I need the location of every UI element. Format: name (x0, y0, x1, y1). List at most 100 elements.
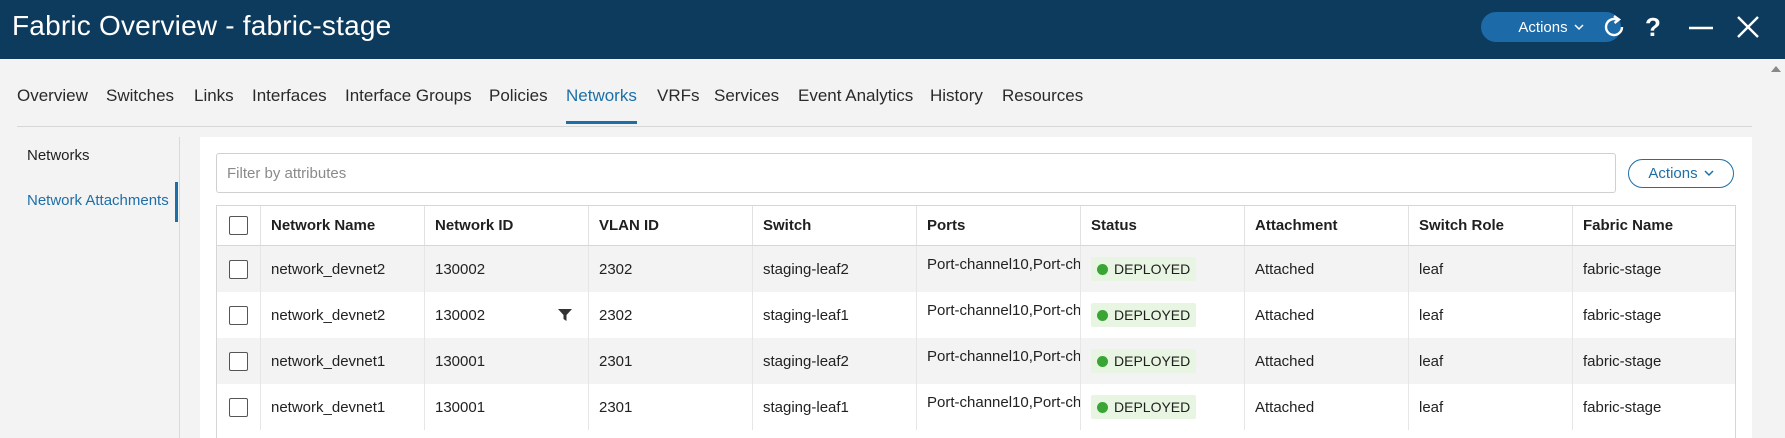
row-select-cell (217, 384, 261, 430)
tab-resources[interactable]: Resources (1002, 86, 1083, 106)
cell-switch-role: leaf (1409, 292, 1573, 338)
cell-status: DEPLOYED (1081, 246, 1245, 292)
tab-overview[interactable]: Overview (17, 86, 88, 106)
tab-networks[interactable]: Networks (566, 86, 637, 124)
column-header-vlan-id[interactable]: VLAN ID (589, 206, 753, 245)
filter-icon[interactable] (557, 292, 573, 338)
close-icon[interactable] (1731, 10, 1765, 44)
cell-status: DEPLOYED (1081, 292, 1245, 338)
cell-network-id-value: 130002 (435, 306, 486, 324)
column-header-attachment[interactable]: Attachment (1245, 206, 1409, 245)
cell-network-id: 130001 (425, 338, 589, 384)
chevron-down-icon (1704, 170, 1714, 177)
tab-history[interactable]: History (930, 86, 983, 106)
row-checkbox[interactable] (229, 259, 248, 279)
filter-input[interactable] (216, 153, 1616, 193)
column-header-ports[interactable]: Ports (917, 206, 1081, 245)
sidebar: Networks Network Attachments (0, 137, 180, 438)
tab-switches[interactable]: Switches (106, 86, 174, 106)
row-checkbox[interactable] (229, 305, 248, 325)
cell-network-name: network_devnet2 (261, 292, 425, 338)
cell-fabric-name: fabric-stage (1583, 260, 1662, 278)
row-select-cell (217, 338, 261, 384)
status-dot-icon (1097, 263, 1108, 275)
table-row[interactable]: network_devnet2 130002 2302 staging-leaf… (217, 292, 1735, 338)
cell-vlan-id: 2302 (589, 246, 753, 292)
scrollbar-up-arrow[interactable] (1771, 62, 1781, 102)
tab-links[interactable]: Links (194, 86, 234, 106)
cell-network-id: 130002 (425, 246, 589, 292)
tab-event-analytics[interactable]: Event Analytics (798, 86, 913, 106)
status-badge: DEPLOYED (1091, 395, 1197, 419)
status-dot-icon (1097, 355, 1108, 367)
column-header-fabric-name[interactable]: Fabric Name (1573, 206, 1735, 245)
column-header-network-name[interactable]: Network Name (261, 206, 425, 245)
sidebar-item-network-attachments[interactable]: Network Attachments (27, 192, 169, 209)
cell-network-name: network_devnet1 (261, 384, 425, 430)
cell-vlan-id: 2302 (589, 292, 753, 338)
cell-status: DEPLOYED (1081, 384, 1245, 430)
cell-network-id: 130002 (425, 292, 589, 338)
refresh-icon[interactable] (1597, 10, 1631, 44)
column-header-status[interactable]: Status (1081, 206, 1245, 245)
cell-ports: Port-channel10,Port-ch (917, 384, 1081, 430)
status-badge: DEPLOYED (1091, 257, 1197, 281)
cell-switch-role: leaf (1409, 246, 1573, 292)
cell-vlan-id: 2301 (589, 384, 753, 430)
column-header-network-id[interactable]: Network ID (425, 206, 589, 245)
status-label: DEPLOYED (1114, 307, 1191, 323)
tab-bar: Overview Switches Links Interfaces Inter… (0, 59, 1785, 127)
status-dot-icon (1097, 309, 1108, 321)
table-actions-label: Actions (1648, 165, 1698, 182)
cell-attachment: Attached (1245, 292, 1409, 338)
app-header: Fabric Overview - fabric-stage Actions ? (0, 0, 1785, 59)
sidebar-active-indicator (175, 182, 178, 222)
minimize-icon[interactable] (1684, 10, 1718, 44)
chevron-down-icon (1574, 23, 1584, 30)
tab-interfaces[interactable]: Interfaces (252, 86, 327, 106)
select-all-checkbox[interactable] (229, 216, 248, 235)
cell-switch: staging-leaf1 (753, 384, 917, 430)
status-badge: DEPLOYED (1091, 303, 1197, 327)
tab-vrfs[interactable]: VRFs (657, 86, 700, 106)
cell-fabric-name: fabric-stage (1583, 352, 1662, 370)
sidebar-item-networks[interactable]: Networks (27, 147, 90, 164)
cell-switch: staging-leaf2 (753, 246, 917, 292)
tab-interface-groups[interactable]: Interface Groups (345, 86, 472, 106)
cell-network-id: 130001 (425, 384, 589, 430)
tab-policies[interactable]: Policies (489, 86, 548, 106)
cell-network-name: network_devnet1 (261, 338, 425, 384)
cell-attachment: Attached (1245, 384, 1409, 430)
cell-status: DEPLOYED (1081, 338, 1245, 384)
cell-vlan-id: 2301 (589, 338, 753, 384)
cell-ports: Port-channel10,Port-ch (917, 292, 1081, 338)
cell-fabric-name: fabric-stage (1583, 306, 1662, 324)
cell-ports: Port-channel10,Port-ch (917, 338, 1081, 384)
row-checkbox[interactable] (229, 397, 248, 417)
cell-switch-role: leaf (1409, 338, 1573, 384)
cell-fabric-name: fabric-stage (1583, 398, 1662, 416)
cell-switch: staging-leaf2 (753, 338, 917, 384)
cell-switch: staging-leaf1 (753, 292, 917, 338)
tab-divider (17, 126, 1752, 127)
row-checkbox[interactable] (229, 351, 248, 371)
status-badge: DEPLOYED (1091, 349, 1197, 373)
column-header-switch[interactable]: Switch (753, 206, 917, 245)
status-label: DEPLOYED (1114, 353, 1191, 369)
row-select-cell (217, 246, 261, 292)
tab-services[interactable]: Services (714, 86, 779, 106)
table-actions-button[interactable]: Actions (1628, 159, 1734, 188)
network-attachments-table: Network Name Network ID VLAN ID Switch P… (216, 205, 1736, 438)
table-row[interactable]: network_devnet2 130002 2302 staging-leaf… (217, 246, 1735, 292)
select-all-cell (217, 206, 261, 245)
table-row[interactable]: network_devnet1 130001 2301 staging-leaf… (217, 338, 1735, 384)
help-icon[interactable]: ? (1636, 10, 1670, 44)
column-header-switch-role[interactable]: Switch Role (1409, 206, 1573, 245)
cell-attachment: Attached (1245, 338, 1409, 384)
table-row[interactable]: network_devnet1 130001 2301 staging-leaf… (217, 384, 1735, 430)
page-title: Fabric Overview - fabric-stage (12, 10, 392, 41)
status-dot-icon (1097, 401, 1108, 413)
header-actions-label: Actions (1518, 18, 1568, 36)
row-select-cell (217, 292, 261, 338)
status-label: DEPLOYED (1114, 261, 1191, 277)
